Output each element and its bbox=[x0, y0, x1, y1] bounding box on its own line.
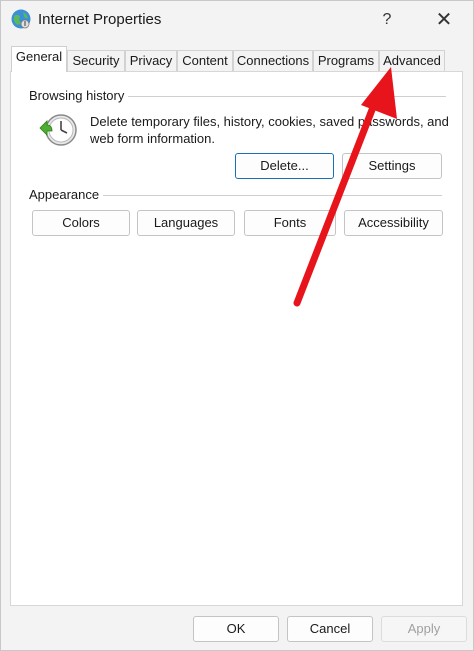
tab-security[interactable]: Security bbox=[67, 50, 125, 72]
appearance-heading: Appearance bbox=[29, 187, 104, 202]
cancel-button[interactable]: Cancel bbox=[287, 616, 373, 642]
languages-button[interactable]: Languages bbox=[137, 210, 235, 236]
browsing-history-heading: Browsing history bbox=[29, 88, 129, 103]
tab-privacy[interactable]: Privacy bbox=[125, 50, 177, 72]
tab-programs[interactable]: Programs bbox=[313, 50, 379, 72]
general-tab-panel: Browsing history Delete temporary files,… bbox=[10, 71, 463, 606]
window-title: Internet Properties bbox=[38, 11, 162, 28]
accessibility-button[interactable]: Accessibility bbox=[344, 210, 443, 236]
apply-button[interactable]: Apply bbox=[381, 616, 467, 642]
title-bar: Internet Properties ? ✕ bbox=[1, 1, 473, 39]
colors-button[interactable]: Colors bbox=[32, 210, 130, 236]
internet-globe-icon bbox=[11, 9, 31, 29]
tab-strip: General Security Privacy Content Connect… bbox=[11, 46, 463, 72]
browsing-history-clock-icon bbox=[39, 114, 77, 146]
help-button[interactable]: ? bbox=[373, 7, 401, 33]
settings-button[interactable]: Settings bbox=[342, 153, 442, 179]
tab-advanced[interactable]: Advanced bbox=[379, 50, 445, 72]
tab-general[interactable]: General bbox=[11, 46, 67, 72]
tab-content[interactable]: Content bbox=[177, 50, 233, 72]
browsing-history-description: Delete temporary files, history, cookies… bbox=[90, 114, 449, 146]
fonts-button[interactable]: Fonts bbox=[244, 210, 336, 236]
tab-connections[interactable]: Connections bbox=[233, 50, 313, 72]
close-button[interactable]: ✕ bbox=[429, 7, 459, 33]
delete-button[interactable]: Delete... bbox=[235, 153, 334, 179]
ok-button[interactable]: OK bbox=[193, 616, 279, 642]
internet-properties-window: Internet Properties ? ✕ General Security… bbox=[0, 0, 474, 651]
